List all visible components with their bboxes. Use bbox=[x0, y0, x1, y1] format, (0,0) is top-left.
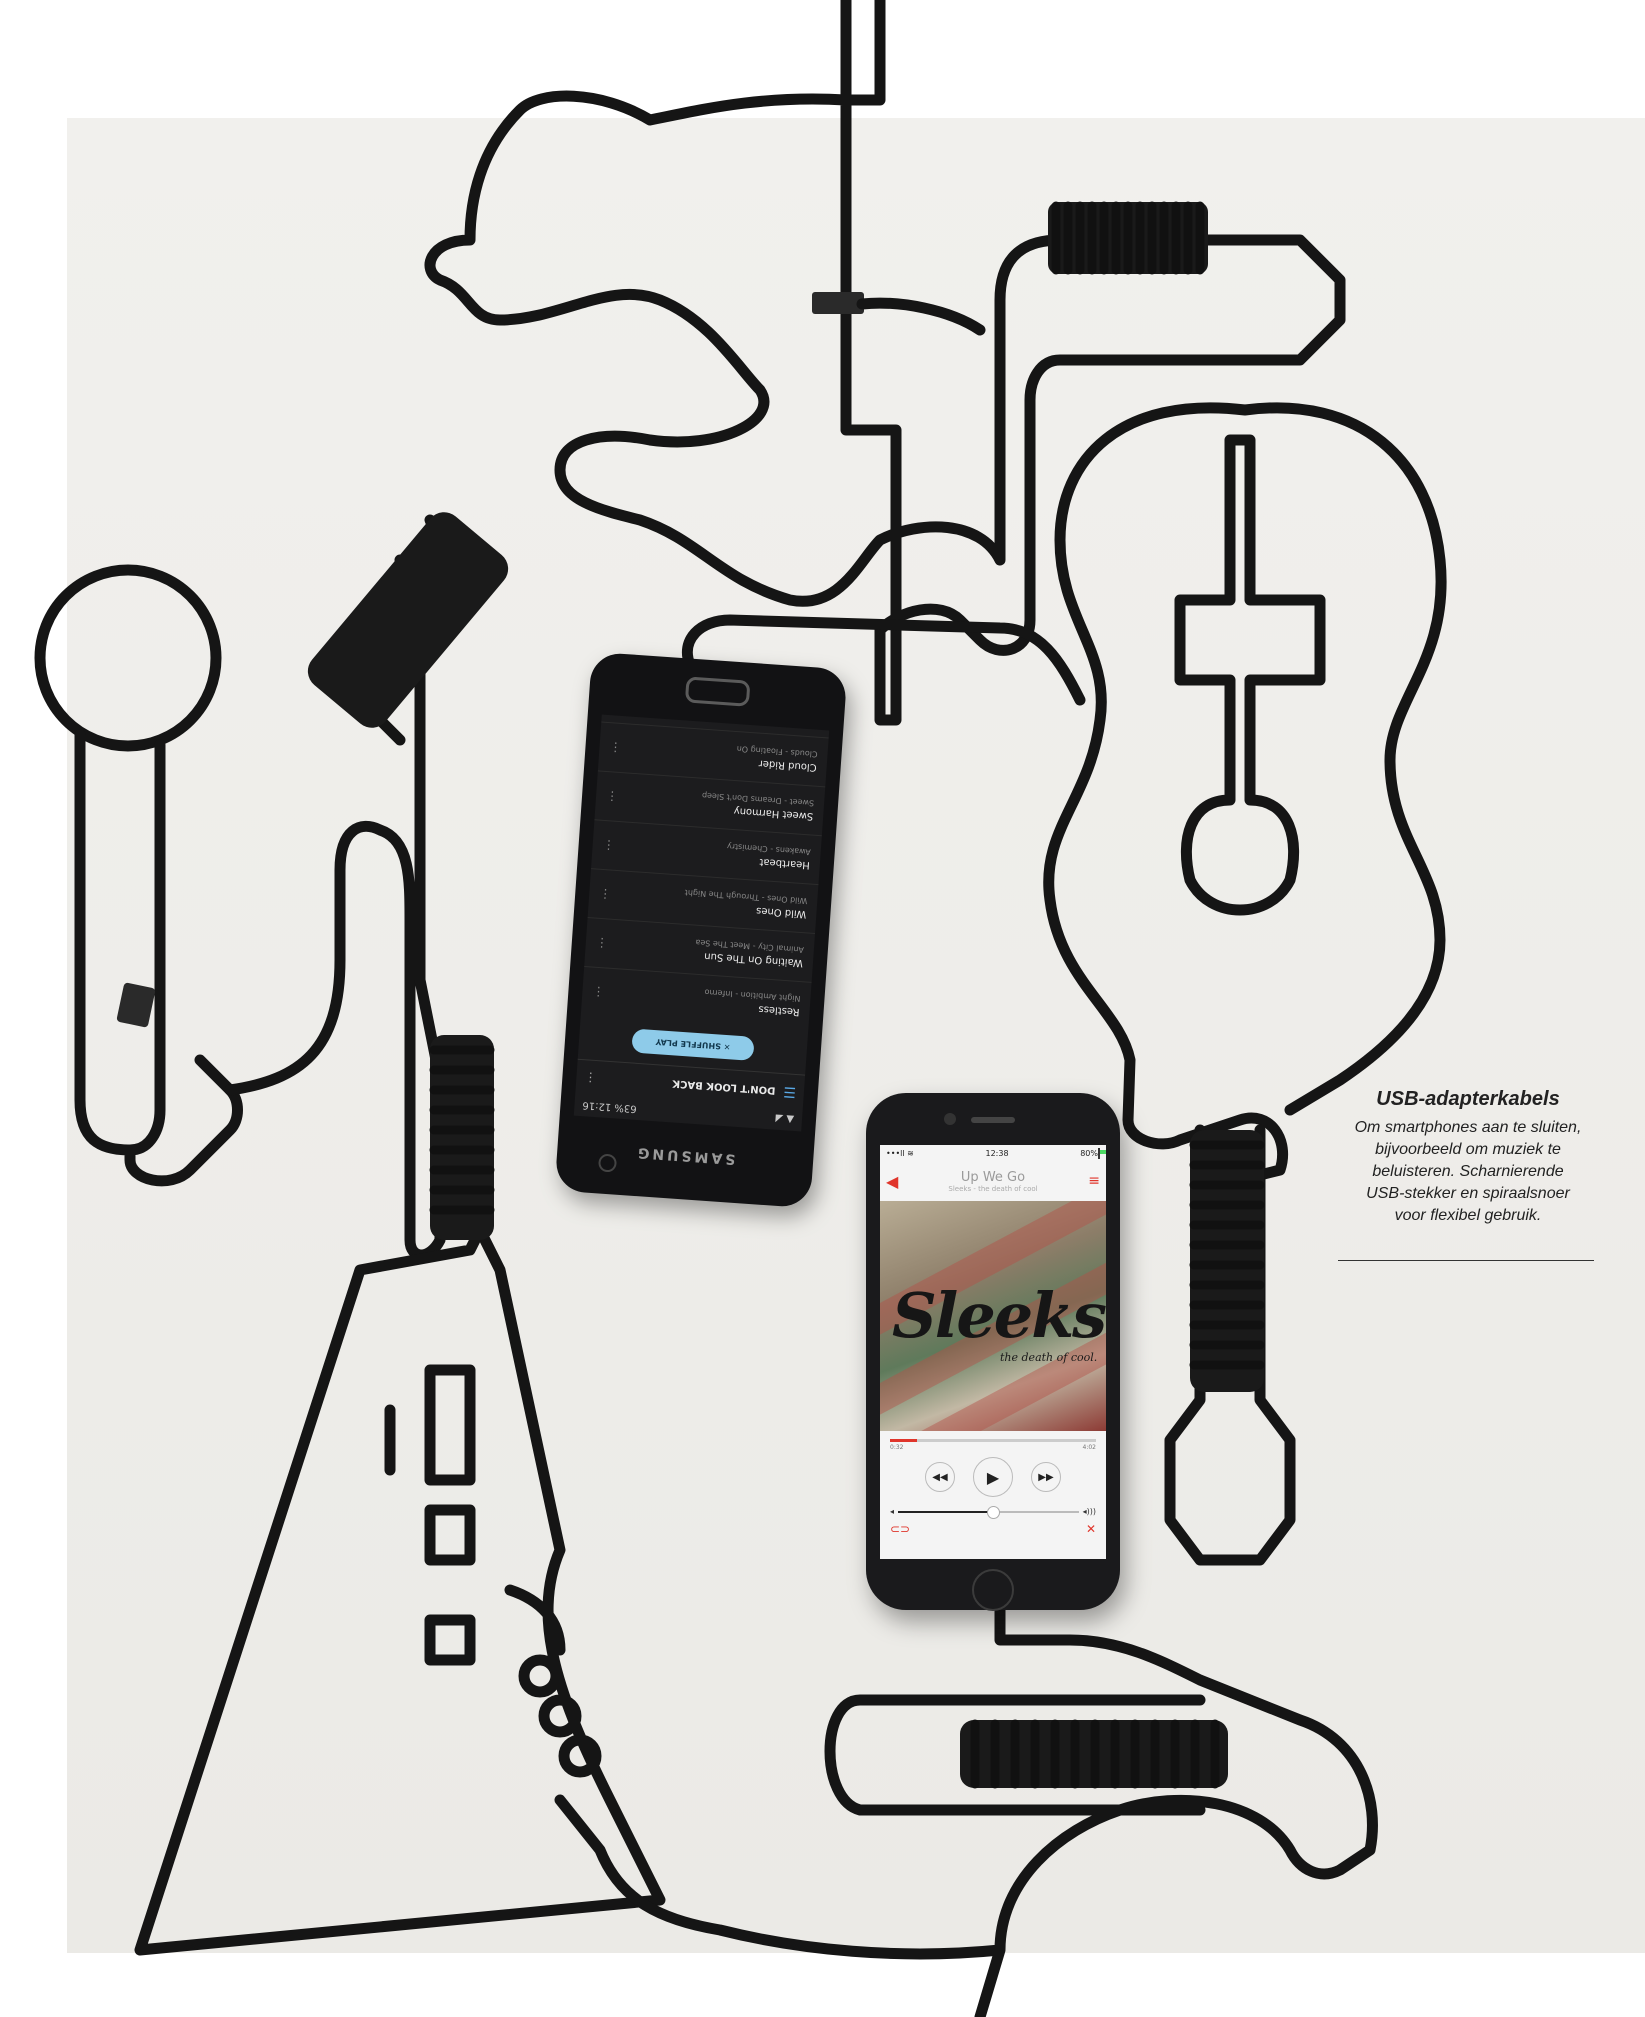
progress-fill bbox=[890, 1439, 917, 1442]
fast-forward-icon: ▶▶ bbox=[1038, 1471, 1054, 1483]
iphone-front-camera bbox=[944, 1113, 956, 1125]
iphone: •••ll ≋ 12:38 80% ◀ Up We Go Sleeks - th… bbox=[866, 1093, 1120, 1611]
play-button[interactable]: ▶ bbox=[973, 1457, 1013, 1497]
progress-bar[interactable] bbox=[890, 1439, 1096, 1442]
shuffle-icon[interactable]: ✕ bbox=[1086, 1522, 1096, 1536]
flying-v-guitar-cable bbox=[134, 1224, 666, 1956]
flying-v-coil-top bbox=[307, 512, 509, 728]
violin-cable bbox=[424, 0, 1346, 726]
time-total: 4:02 bbox=[1082, 1444, 1096, 1451]
song-artist: Sleeks - the death of cool bbox=[948, 1184, 1038, 1193]
track-list: Restless Night Ambition - Inferno ⋮ Waiting… bbox=[580, 714, 830, 1031]
track-more-icon[interactable]: ⋮ bbox=[592, 985, 605, 1000]
usb-plug-mic bbox=[116, 982, 156, 1028]
samsung-battery-text: 63% bbox=[614, 1101, 637, 1115]
rewind-icon: ◀◀ bbox=[932, 1471, 948, 1483]
playlist-icon[interactable]: ≡ bbox=[1082, 1173, 1100, 1189]
playback-controls: ◀◀ ▶ ▶▶ bbox=[880, 1457, 1106, 1497]
samsung-phone: ▲ ◢ 63% 12:16 ☰ DON'T LOOK BACK ⋮ ✕ SHUF… bbox=[554, 651, 848, 1209]
signal-icon: •••ll ≋ bbox=[886, 1148, 914, 1158]
battery-icon bbox=[1097, 1147, 1100, 1159]
caption-divider bbox=[1338, 1260, 1594, 1261]
shuffle-icon: ✕ bbox=[720, 1042, 731, 1052]
microphone-cable bbox=[34, 564, 222, 752]
now-playing-header: ◀ Up We Go Sleeks - the death of cool ≡ bbox=[880, 1161, 1106, 1201]
rewind-button[interactable]: ◀◀ bbox=[925, 1462, 955, 1492]
samsung-playlist-title: DON'T LOOK BACK bbox=[672, 1077, 776, 1097]
back-arrow-icon[interactable]: ◀ bbox=[886, 1172, 904, 1191]
caption-line: bijvoorbeeld om muziek te bbox=[1375, 1141, 1561, 1158]
time-elapsed: 0:32 bbox=[890, 1444, 904, 1451]
acoustic-guitar-cable bbox=[1043, 402, 1447, 1186]
caption-text: Om smartphones aan te sluiten, bijvoorbe… bbox=[1318, 1117, 1618, 1227]
track-title: Don't Stop Me Now bbox=[724, 714, 821, 725]
iphone-time-text: 12:38 bbox=[985, 1148, 1009, 1158]
shuffle-play-button[interactable]: ✕ SHUFFLE PLAY bbox=[631, 1028, 755, 1061]
samsung-screen-content: ▲ ◢ 63% 12:16 ☰ DON'T LOOK BACK ⋮ ✕ SHUF… bbox=[574, 714, 830, 1132]
volume-slider[interactable] bbox=[898, 1505, 1079, 1519]
fast-forward-button[interactable]: ▶▶ bbox=[1031, 1462, 1061, 1492]
iphone-home-button[interactable] bbox=[972, 1569, 1014, 1611]
front-camera bbox=[597, 1153, 618, 1173]
caption: USB-adapterkabels Om smartphones aan te … bbox=[1318, 1088, 1618, 1227]
flying-v-coil-mid bbox=[429, 1035, 495, 1240]
track-more-icon[interactable]: ⋮ bbox=[602, 838, 615, 853]
track-more-icon[interactable]: ⋮ bbox=[595, 936, 608, 951]
usb-plug-top bbox=[812, 292, 864, 314]
song-title: Up We Go bbox=[960, 1169, 1026, 1185]
signal-icon: ▲ ◢ bbox=[775, 1113, 795, 1126]
volume-high-icon: ◂))) bbox=[1082, 1507, 1096, 1516]
track-more-icon[interactable]: ⋮ bbox=[599, 887, 612, 902]
volume-control: ◂ ◂))) bbox=[880, 1497, 1106, 1519]
samsung-time-text: 12:16 bbox=[582, 1099, 612, 1113]
track-more-icon[interactable]: ⋮ bbox=[609, 740, 622, 755]
track-more-icon[interactable]: ⋮ bbox=[606, 789, 619, 804]
volume-low-icon: ◂ bbox=[890, 1507, 895, 1516]
samsung-home-button bbox=[684, 676, 751, 707]
caption-line: voor flexibel gebruik. bbox=[1394, 1207, 1542, 1224]
iphone-speaker bbox=[971, 1117, 1015, 1123]
horn-cable bbox=[554, 1604, 1378, 2017]
caption-line: Om smartphones aan te sluiten, bbox=[1354, 1119, 1582, 1136]
horn-coil bbox=[960, 1719, 1228, 1789]
caption-line: USB-stekker en spiraalsnoer bbox=[1366, 1185, 1570, 1202]
iphone-status-bar: •••ll ≋ 12:38 80% bbox=[880, 1145, 1106, 1161]
caption-title: USB-adapterkabels bbox=[1376, 1088, 1560, 1110]
samsung-screen: ▲ ◢ 63% 12:16 ☰ DON'T LOOK BACK ⋮ ✕ SHUF… bbox=[573, 714, 830, 1132]
album-art: Sleeks the death of cool. bbox=[880, 1201, 1106, 1431]
play-icon: ▶ bbox=[986, 1467, 1000, 1487]
caption-line: beluisteren. Scharnierende bbox=[1372, 1163, 1564, 1180]
repeat-icon[interactable]: ⊂⊃ bbox=[890, 1522, 910, 1536]
violin-coil bbox=[1048, 201, 1208, 275]
album-tagline: the death of cool. bbox=[1000, 1351, 1098, 1364]
samsung-brand: SAMSUNG bbox=[634, 1143, 736, 1167]
more-icon[interactable]: ⋮ bbox=[584, 1070, 597, 1085]
album-title: Sleeks bbox=[892, 1279, 1106, 1352]
volume-knob[interactable] bbox=[986, 1505, 1000, 1519]
iphone-battery-text: 80% bbox=[1080, 1148, 1098, 1158]
iphone-screen: •••ll ≋ 12:38 80% ◀ Up We Go Sleeks - th… bbox=[880, 1145, 1106, 1559]
menu-icon[interactable]: ☰ bbox=[783, 1083, 797, 1100]
shuffle-play-label: SHUFFLE PLAY bbox=[655, 1037, 722, 1052]
acoustic-coil bbox=[1189, 1130, 1265, 1392]
